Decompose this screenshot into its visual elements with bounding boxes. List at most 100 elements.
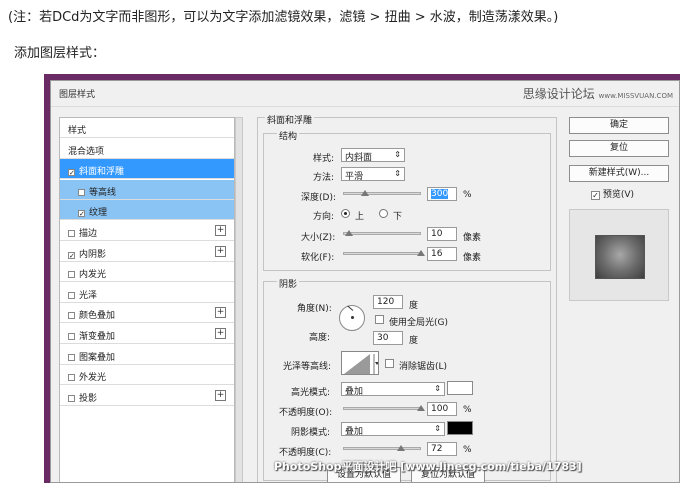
soften-input[interactable]: 16 [427,247,457,261]
style-list-item-label: 外发光 [79,373,107,384]
highlight-opacity-input[interactable]: 100 [427,402,457,416]
shadow-opacity-slider[interactable] [343,447,421,450]
style-list-item-label: 颜色叠加 [79,311,116,322]
shadow-mode-value: 叠加 [345,427,364,437]
depth-input[interactable]: 300 [427,187,457,201]
depth-unit: % [463,190,472,200]
style-list-item-label: 等高线 [89,187,117,198]
style-checkbox[interactable] [68,353,75,361]
highlight-opacity-slider[interactable] [343,407,421,410]
depth-slider[interactable] [343,192,421,195]
intro-note: (注：若DCd为文字而非图形，可以为文字添加滤镜效果，滤镜 > 扭曲 > 水波，… [8,10,559,25]
altitude-label: 高度: [309,333,331,343]
add-effect-icon[interactable]: + [215,328,226,339]
style-list-item[interactable]: 颜色叠加 + [60,303,234,324]
style-checkbox[interactable] [68,271,75,279]
style-list-item-label: 样式 [68,126,87,136]
style-list-item[interactable]: 描边 + [60,221,234,241]
new-style-button[interactable]: 新建样式(W)... [569,165,669,182]
gloss-contour-picker[interactable] [341,351,379,375]
style-checkbox[interactable] [78,188,85,196]
depth-slider-thumb[interactable] [361,190,369,196]
style-list-item[interactable]: 光泽 [60,282,234,303]
angle-input[interactable]: 120 [373,295,403,309]
shadow-color-swatch[interactable] [447,421,473,435]
size-input[interactable]: 10 [427,227,457,241]
preview-label: 预览(V) [602,190,635,200]
altitude-unit: 度 [409,336,419,346]
style-list-item[interactable]: 图案叠加 [60,344,234,365]
style-list-item-label: 投影 [79,393,98,404]
style-list-item[interactable]: 样式 [60,118,234,138]
soften-unit: 像素 [463,253,482,263]
shadow-opacity-unit: % [463,445,472,455]
altitude-input[interactable]: 30 [373,331,403,345]
watermark: 思缘设计论坛 www.MISSVUAN.COM [523,85,673,102]
technique-label: 方法: [313,173,335,183]
size-unit: 像素 [463,233,482,243]
depth-value: 300 [431,189,449,199]
updown-icon: ⇕ [434,424,441,433]
style-list-item[interactable]: ✓ 斜面和浮雕 [60,159,234,180]
highlight-opacity-thumb[interactable] [417,405,425,411]
style-list-item[interactable]: 混合选项 [60,138,234,159]
style-select[interactable]: 内斜面 ⇕ [341,148,405,163]
style-list-item[interactable]: ✓ 内阴影 + [60,241,234,262]
direction-down-radio[interactable] [379,209,388,218]
style-checkbox[interactable]: ✓ [78,210,85,218]
style-checkbox[interactable] [68,291,75,299]
style-checkbox[interactable] [68,394,75,402]
style-list-item[interactable]: 外发光 [60,365,234,386]
technique-select[interactable]: 平滑 ⇕ [341,167,405,182]
antialias-checkbox[interactable] [385,359,394,368]
shadow-opacity-value: 72 [431,444,443,454]
structure-title: 结构 [277,129,300,142]
style-list-item[interactable]: 等高线 [60,179,234,200]
style-list-item-label: 描边 [79,229,98,239]
style-checkbox[interactable] [68,374,75,382]
style-list-item[interactable]: 投影 + [60,385,234,406]
ok-button[interactable]: 确定 [569,117,669,134]
highlight-color-swatch[interactable] [447,381,473,395]
shadow-opacity-thumb[interactable] [397,445,405,451]
direction-up-label: 上 [355,212,365,222]
style-list-item-label: 斜面和浮雕 [79,167,125,178]
style-list-item[interactable]: 内发光 [60,262,234,283]
soften-slider[interactable] [343,252,421,255]
highlight-mode-select[interactable]: 叠加 ⇕ [341,382,445,397]
size-slider-thumb[interactable] [345,230,353,236]
add-effect-icon[interactable]: + [215,225,226,236]
style-list-item[interactable]: 渐变叠加 + [60,324,234,344]
soften-slider-thumb[interactable] [417,250,425,256]
highlight-mode-value: 叠加 [345,387,364,397]
shadow-mode-select[interactable]: 叠加 ⇕ [341,422,445,437]
style-list-item[interactable]: ✓ 纹理 [60,200,234,221]
style-list-scrollbar[interactable] [235,117,243,482]
soften-label: 软化(F): [301,253,335,263]
dialog-title: 图层样式 [59,90,96,100]
add-effect-icon[interactable]: + [215,307,226,319]
global-light-checkbox[interactable] [375,315,384,324]
updown-icon: ⇕ [394,169,401,178]
add-effect-icon[interactable]: + [215,389,226,401]
style-checkbox[interactable]: ✓ [68,251,75,259]
add-effect-icon[interactable]: + [215,245,226,257]
style-list-item-label: 混合选项 [68,146,105,157]
style-checkbox[interactable]: ✓ [68,169,75,177]
preview-checkbox[interactable]: ✓ [591,191,600,200]
direction-up-radio[interactable] [341,209,350,218]
style-label: 样式: [313,154,335,164]
size-slider[interactable] [343,232,421,235]
depth-label: 深度(D): [301,193,336,203]
style-checkbox[interactable] [68,230,75,237]
shadow-mode-label: 阴影模式: [291,428,331,438]
style-checkbox[interactable] [68,333,75,340]
angle-label: 角度(N): [297,304,332,314]
angle-dial[interactable] [339,305,365,331]
style-checkbox[interactable] [68,312,75,320]
updown-icon: ⇕ [394,150,401,159]
section-subhead: 添加图层样式： [14,46,106,61]
preview-check-mark: ✓ [592,191,599,200]
reset-button[interactable]: 复位 [569,140,669,157]
shadow-opacity-input[interactable]: 72 [427,442,457,456]
